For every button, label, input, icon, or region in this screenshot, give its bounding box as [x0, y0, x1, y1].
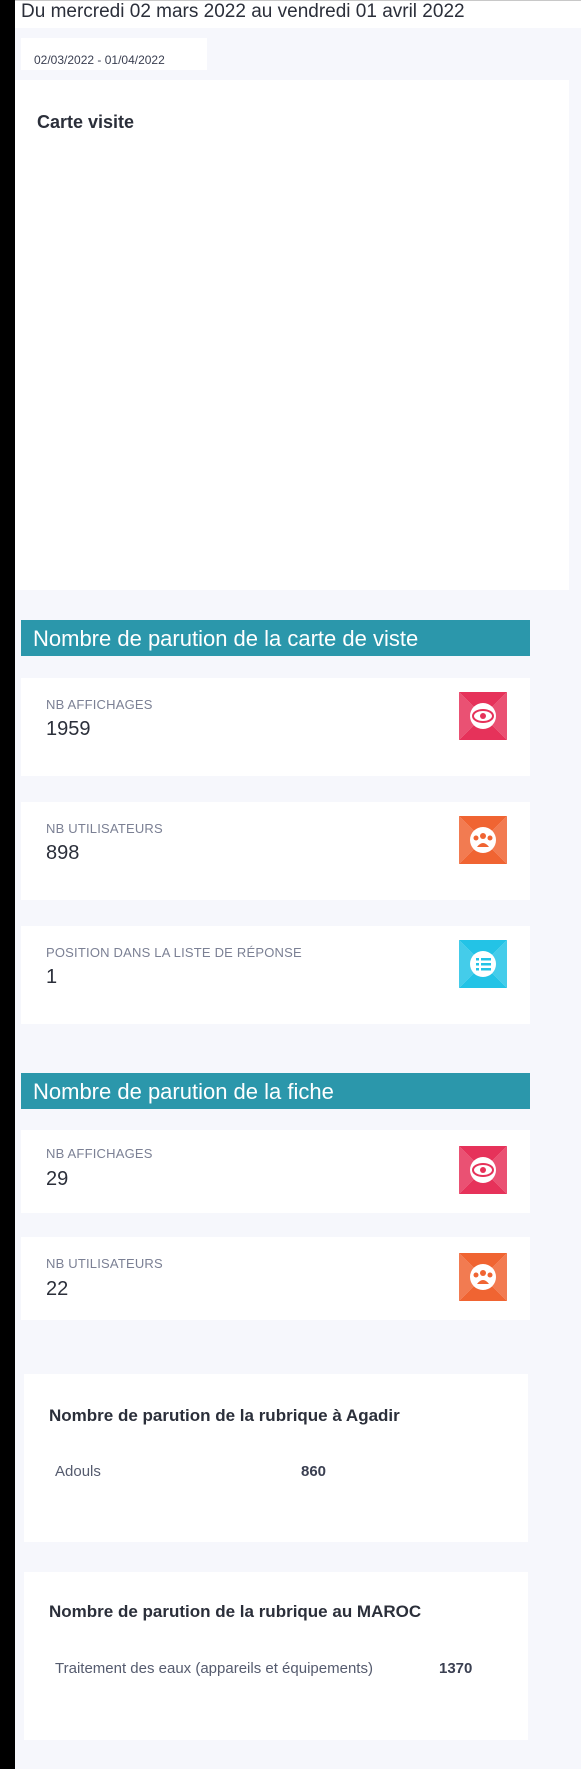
stat-label: NB UTILISATEURS — [46, 821, 163, 836]
stat-value: 1959 — [46, 718, 91, 740]
map-card: Carte visite — [15, 80, 569, 590]
stat-card-utilisateurs: NB UTILISATEURS 898 — [21, 802, 530, 900]
stat-label: NB AFFICHAGES — [46, 1146, 153, 1161]
stat-value: 898 — [46, 842, 80, 864]
rubric-count: 860 — [301, 1463, 327, 1480]
stat-label: NB UTILISATEURS — [46, 1256, 163, 1271]
stat-card-utilisateurs-fiche: NB UTILISATEURS 22 — [21, 1237, 530, 1320]
map-card-title: Carte visite — [37, 112, 135, 132]
section-title-fiche: Nombre de parution de la fiche — [21, 1073, 530, 1109]
stat-value: 1 — [46, 966, 58, 988]
rubric-count: 1370 — [439, 1660, 473, 1677]
stat-card-affichages: NB AFFICHAGES 1959 — [21, 678, 530, 776]
users-icon — [459, 816, 507, 864]
eye-icon — [459, 1146, 507, 1194]
rubric-card-maroc: Nombre de parution de la rubrique au MAR… — [24, 1572, 528, 1740]
left-edge-bar — [0, 0, 15, 1769]
rubric-title: Nombre de parution de la rubrique à Agad… — [49, 1406, 400, 1425]
stat-label: NB AFFICHAGES — [46, 697, 153, 712]
stat-value: 22 — [46, 1278, 69, 1300]
section-title-carte: Nombre de parution de la carte de viste — [21, 620, 530, 656]
rubric-name: Adouls — [55, 1463, 101, 1480]
list-icon — [459, 940, 507, 988]
rubric-name: Traitement des eaux (appareils et équipe… — [55, 1660, 373, 1677]
stat-card-position: POSITION DANS LA LISTE DE RÉPONSE 1 — [21, 926, 530, 1024]
eye-icon — [459, 692, 507, 740]
date-range-title: Du mercredi 02 mars 2022 au vendredi 01 … — [21, 1, 465, 22]
stat-card-affichages-fiche: NB AFFICHAGES 29 — [21, 1130, 530, 1213]
stat-label: POSITION DANS LA LISTE DE RÉPONSE — [46, 945, 302, 960]
stat-value: 29 — [46, 1168, 69, 1190]
rubric-title: Nombre de parution de la rubrique au MAR… — [49, 1602, 422, 1621]
users-icon — [459, 1253, 507, 1301]
date-range-input[interactable]: 02/03/2022 - 01/04/2022 — [21, 38, 207, 70]
rubric-card-agadir: Nombre de parution de la rubrique à Agad… — [24, 1374, 528, 1542]
